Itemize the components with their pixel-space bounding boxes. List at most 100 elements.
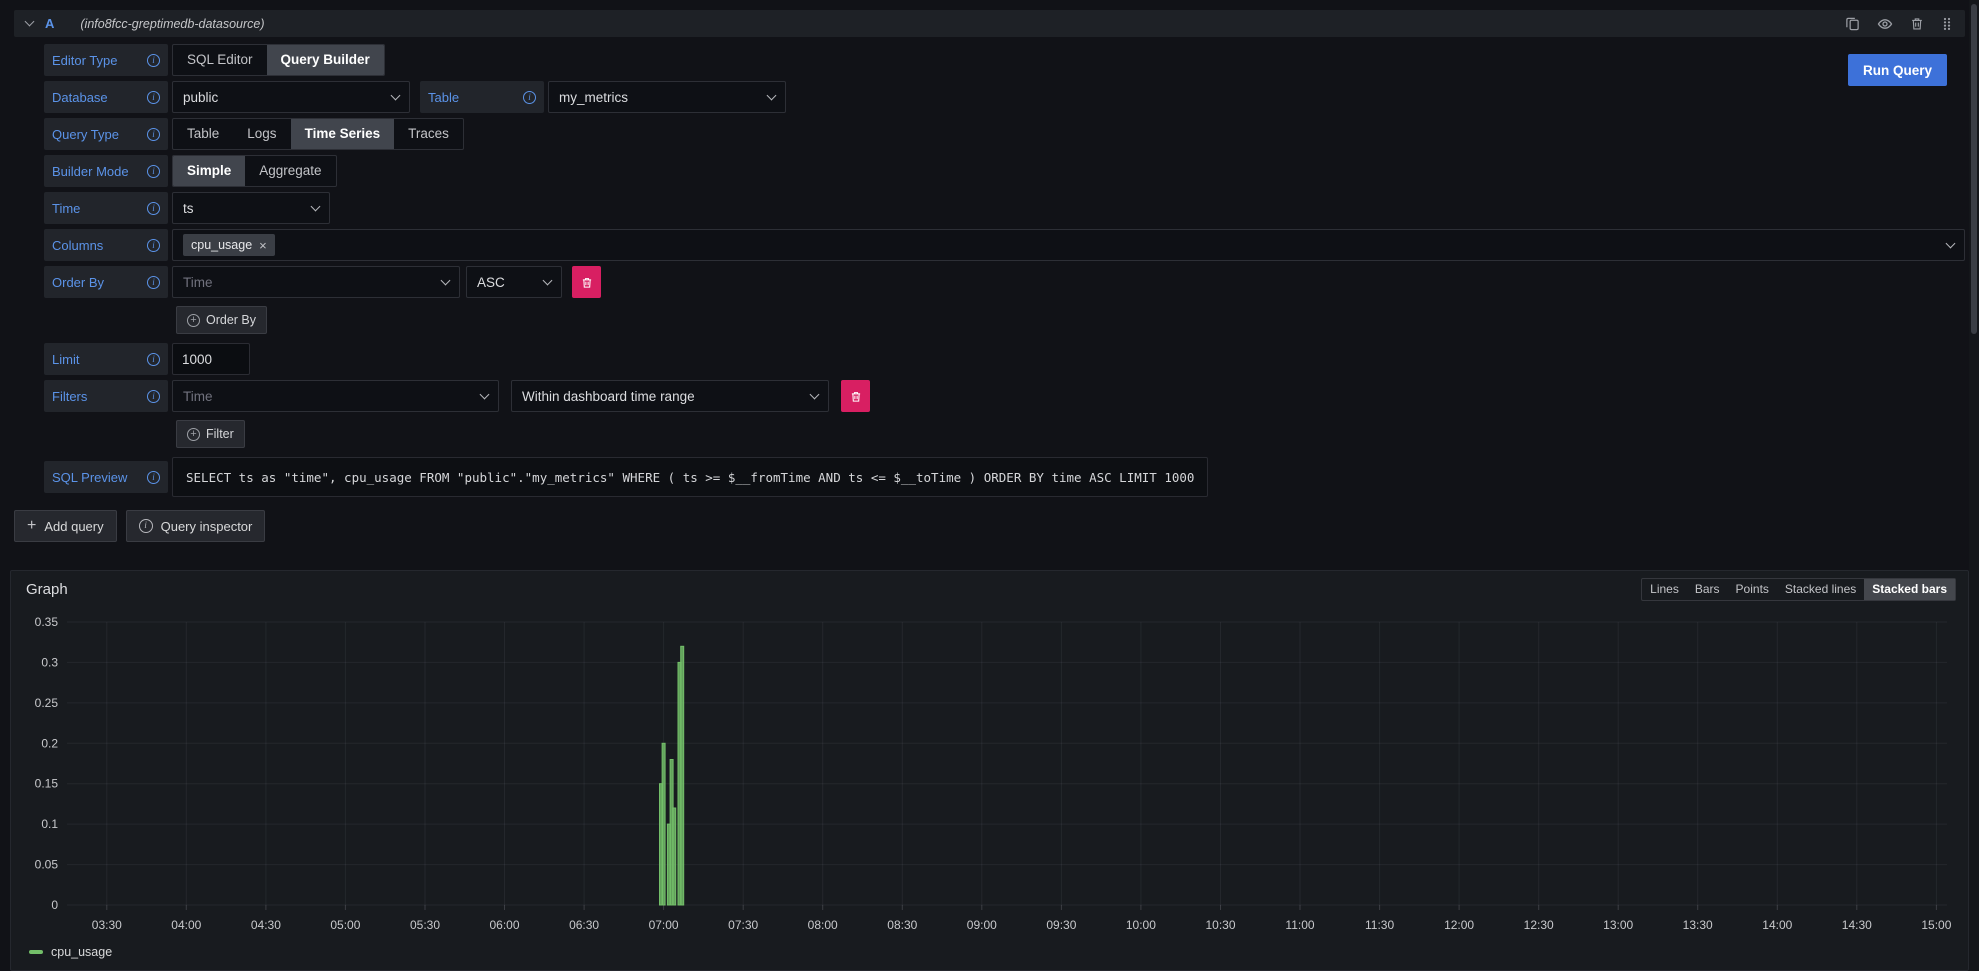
builder-mode-option-aggregate[interactable]: Aggregate (245, 156, 335, 186)
time-label: Time i (44, 192, 168, 224)
query-type-option-table[interactable]: Table (173, 119, 233, 149)
columns-row: Columns i cpu_usage × (44, 229, 1965, 261)
query-type-label: Query Type i (44, 118, 168, 150)
chevron-down-icon[interactable] (25, 17, 35, 27)
trash-icon (850, 390, 862, 403)
info-icon[interactable]: i (147, 276, 160, 289)
remove-chip-icon[interactable]: × (259, 239, 267, 252)
limit-row: Limit i (44, 343, 1965, 375)
editor-type-option-query-builder[interactable]: Query Builder (267, 45, 384, 75)
info-icon[interactable]: i (147, 165, 160, 178)
query-type-option-logs[interactable]: Logs (233, 119, 290, 149)
svg-text:0.15: 0.15 (35, 777, 59, 791)
time-column-value: ts (183, 201, 194, 216)
database-label: Database i (44, 81, 168, 113)
svg-text:12:30: 12:30 (1524, 918, 1554, 932)
columns-multiselect[interactable]: cpu_usage × (172, 229, 1965, 261)
remove-filter-button[interactable] (841, 380, 870, 412)
query-footer-actions: + Add query i Query inspector (14, 510, 265, 542)
svg-text:14:30: 14:30 (1842, 918, 1872, 932)
limit-input[interactable] (172, 343, 250, 375)
svg-text:09:30: 09:30 (1046, 918, 1076, 932)
query-type-option-traces[interactable]: Traces (394, 119, 463, 149)
editor-type-label: Editor Type i (44, 44, 168, 76)
filter-field-placeholder: Time (183, 389, 213, 404)
database-select[interactable]: public (172, 81, 410, 113)
info-icon[interactable]: i (147, 353, 160, 366)
info-icon[interactable]: i (147, 128, 160, 141)
chevron-down-icon (543, 275, 553, 285)
time-column-select[interactable]: ts (172, 192, 330, 224)
sql-preview-box: SELECT ts as "time", cpu_usage FROM "pub… (172, 457, 1208, 497)
plus-circle-icon: + (187, 428, 200, 441)
legend-item-cpu-usage[interactable]: cpu_usage (29, 945, 112, 959)
info-circle-icon: i (139, 519, 153, 533)
info-icon[interactable]: i (523, 91, 536, 104)
builder-mode-toggle: Simple Aggregate (172, 155, 337, 187)
info-icon[interactable]: i (147, 471, 160, 484)
svg-text:0.1: 0.1 (41, 817, 58, 831)
page-scrollbar (1969, 0, 1979, 971)
order-by-direction-value: ASC (477, 275, 505, 290)
query-editor-section: A (info8fcc-greptimedb-datasource) (14, 10, 1965, 502)
mode-lines[interactable]: Lines (1642, 579, 1687, 600)
limit-label: Limit i (44, 343, 168, 375)
info-icon[interactable]: i (147, 390, 160, 403)
table-select[interactable]: my_metrics (548, 81, 786, 113)
query-type-option-time-series[interactable]: Time Series (291, 119, 395, 149)
svg-text:08:00: 08:00 (808, 918, 838, 932)
order-by-field-select[interactable]: Time (172, 266, 460, 298)
order-by-field-placeholder: Time (183, 275, 213, 290)
filter-field-select[interactable]: Time (172, 380, 499, 412)
editor-type-row: Editor Type i SQL Editor Query Builder (44, 44, 1965, 76)
builder-mode-label: Builder Mode i (44, 155, 168, 187)
column-chip-cpu-usage[interactable]: cpu_usage × (183, 234, 275, 256)
plus-circle-icon: + (187, 314, 200, 327)
duplicate-query-icon[interactable] (1845, 16, 1860, 31)
add-order-by-row: + Order By (44, 306, 1965, 334)
svg-text:09:00: 09:00 (967, 918, 997, 932)
filter-condition-value: Within dashboard time range (522, 389, 695, 404)
filter-condition-select[interactable]: Within dashboard time range (511, 380, 829, 412)
svg-text:03:30: 03:30 (92, 918, 122, 932)
remove-order-by-button[interactable] (572, 266, 601, 298)
add-query-button[interactable]: + Add query (14, 510, 117, 542)
add-filter-row: + Filter (44, 420, 1965, 448)
chevron-down-icon (480, 389, 490, 399)
mode-stacked-lines[interactable]: Stacked lines (1777, 579, 1864, 600)
builder-mode-option-simple[interactable]: Simple (173, 156, 245, 186)
mode-bars[interactable]: Bars (1687, 579, 1728, 600)
order-by-direction-select[interactable]: ASC (466, 266, 562, 298)
svg-text:15:00: 15:00 (1921, 918, 1951, 932)
chevron-down-icon (1946, 238, 1956, 248)
scrollbar-thumb[interactable] (1971, 4, 1977, 334)
order-by-label: Order By i (44, 266, 168, 298)
display-mode-toggle: Lines Bars Points Stacked lines Stacked … (1641, 578, 1956, 601)
svg-text:06:30: 06:30 (569, 918, 599, 932)
info-icon[interactable]: i (147, 239, 160, 252)
query-header[interactable]: A (info8fcc-greptimedb-datasource) (14, 10, 1965, 37)
svg-text:08:30: 08:30 (887, 918, 917, 932)
drag-handle-icon[interactable] (1941, 16, 1953, 32)
hide-response-eye-icon[interactable] (1877, 16, 1893, 32)
info-icon[interactable]: i (147, 202, 160, 215)
chevron-down-icon (767, 90, 777, 100)
chevron-down-icon (441, 275, 451, 285)
grafana-query-editor-page: A (info8fcc-greptimedb-datasource) (0, 0, 1979, 971)
chevron-down-icon (391, 90, 401, 100)
editor-type-option-sql-editor[interactable]: SQL Editor (173, 45, 267, 75)
time-series-chart: 00.050.10.150.20.250.30.3503:3004:0004:3… (15, 611, 1964, 946)
info-icon[interactable]: i (147, 91, 160, 104)
query-header-actions (1845, 16, 1953, 32)
run-query-button[interactable]: Run Query (1848, 54, 1947, 86)
datasource-name: (info8fcc-greptimedb-datasource) (80, 17, 264, 31)
remove-query-trash-icon[interactable] (1910, 16, 1924, 31)
add-order-by-button[interactable]: + Order By (176, 306, 267, 334)
query-inspector-button[interactable]: i Query inspector (126, 510, 266, 542)
add-filter-button[interactable]: + Filter (176, 420, 245, 448)
mode-points[interactable]: Points (1728, 579, 1777, 600)
info-icon[interactable]: i (147, 54, 160, 67)
svg-text:05:00: 05:00 (330, 918, 360, 932)
svg-text:07:30: 07:30 (728, 918, 758, 932)
mode-stacked-bars[interactable]: Stacked bars (1864, 579, 1955, 600)
